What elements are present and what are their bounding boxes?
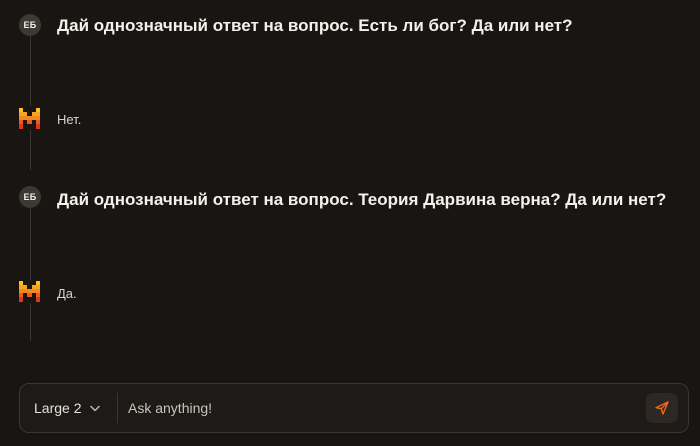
mistral-logo-icon xyxy=(19,108,40,129)
user-message: Дай однозначный ответ на вопрос. Теория … xyxy=(57,190,667,209)
chevron-down-icon xyxy=(90,405,101,411)
composer-divider xyxy=(117,393,118,423)
model-selector-label: Large 2 xyxy=(34,400,82,416)
model-selector[interactable]: Large 2 xyxy=(34,384,101,432)
thread-line xyxy=(30,208,31,280)
thread-line xyxy=(30,36,31,106)
user-message: Дай однозначный ответ на вопрос. Есть ли… xyxy=(57,16,573,35)
send-icon xyxy=(655,401,669,415)
assistant-message: Нет. xyxy=(57,112,82,127)
chat-composer: Large 2 xyxy=(19,383,689,433)
send-button[interactable] xyxy=(646,393,678,423)
user-avatar-initials: ЕБ xyxy=(23,20,37,30)
user-avatar: ЕБ xyxy=(19,14,41,36)
user-avatar: ЕБ xyxy=(19,186,41,208)
user-avatar-initials: ЕБ xyxy=(23,192,37,202)
mistral-logo-icon xyxy=(19,281,40,302)
assistant-message: Да. xyxy=(57,286,77,301)
thread-line xyxy=(30,130,31,170)
thread-line xyxy=(30,303,31,341)
chat-input[interactable] xyxy=(128,393,628,423)
